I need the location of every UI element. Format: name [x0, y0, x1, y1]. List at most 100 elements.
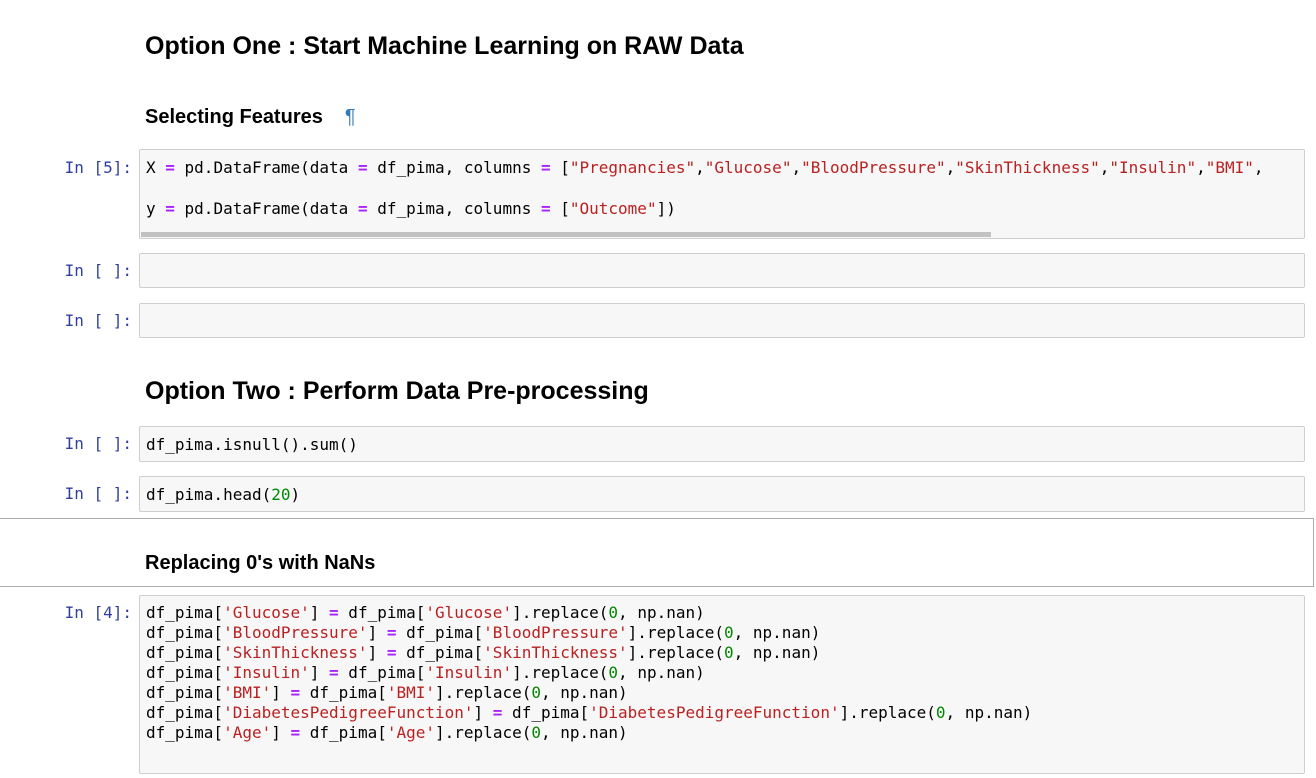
code-token: df_pima[ [300, 723, 387, 742]
code-token: "BloodPressure" [801, 158, 946, 177]
code-token: "Pregnancies" [569, 158, 696, 177]
code-token: df_pima[ [396, 623, 484, 642]
code-token: , [1196, 158, 1206, 177]
code-token: 'DiabetesPedigreeFunction' [589, 703, 840, 722]
code-token: , np.nan) [618, 663, 705, 682]
code-cell-selecting-features[interactable]: X = pd.DataFrame(data = df_pima, columns… [139, 149, 1305, 239]
code-token: 0 [608, 663, 619, 682]
code-token: 0 [531, 723, 541, 742]
code-token: 'BMI' [386, 683, 436, 702]
code-token: df_pima[ [146, 643, 224, 662]
code-token: , [1099, 158, 1110, 177]
code-token: df_pima.isnull().sum() [146, 435, 358, 454]
code-token: df_pima[ [146, 683, 224, 702]
code-token: , [1253, 158, 1264, 177]
code-editor[interactable]: df_pima.isnull().sum() [146, 435, 358, 455]
code-token: ] [309, 603, 330, 622]
code-token: "Insulin" [1109, 158, 1197, 177]
code-editor[interactable]: df_pima['Glucose'] = df_pima['Glucose'].… [146, 603, 1032, 743]
code-token: ].replace( [627, 623, 724, 642]
code-token: df_pima.head( [146, 485, 272, 504]
cell-prompt: In [4]: [64, 603, 132, 622]
code-token: "Outcome" [569, 199, 657, 218]
code-editor[interactable]: df_pima.head(20) [146, 485, 300, 505]
horizontal-scrollbar[interactable] [141, 232, 991, 237]
code-token: ]) [656, 199, 676, 218]
code-token: 'Age' [223, 723, 272, 742]
code-token: df_pima[ [146, 703, 224, 722]
code-editor[interactable]: X = pd.DataFrame(data = df_pima, columns… [146, 158, 1264, 219]
code-token: = [165, 158, 175, 177]
code-token: "BMI" [1205, 158, 1254, 177]
code-token: 'BloodPressure' [223, 623, 368, 642]
code-token: 'BloodPressure' [483, 623, 628, 642]
code-token: [ [550, 158, 570, 177]
code-token: ] [271, 683, 291, 702]
heading-replacing-zeros: Replacing 0's with NaNs [145, 552, 376, 574]
code-line: df_pima['Age'] = df_pima['Age'].replace(… [146, 723, 1032, 743]
code-token: = [540, 158, 551, 177]
code-line: df_pima.head(20) [146, 485, 300, 505]
code-token: ] [367, 623, 387, 642]
code-token: df_pima, columns [367, 199, 541, 218]
code-token: = [357, 158, 368, 177]
code-token: = [329, 663, 339, 682]
code-token: df_pima[ [146, 723, 224, 742]
code-token: pd.DataFrame(data [174, 158, 358, 177]
code-token: 0 [531, 683, 541, 702]
code-token: df_pima[ [338, 603, 426, 622]
code-token: , np.nan) [945, 703, 1033, 722]
heading-selecting-features: Selecting Features ¶ [145, 105, 356, 129]
code-token: 'Insulin' [223, 663, 310, 682]
code-token: , np.nan) [540, 683, 628, 702]
code-cell-isnull[interactable]: df_pima.isnull().sum() [139, 426, 1305, 462]
code-token: , [791, 158, 802, 177]
code-token: 'DiabetesPedigreeFunction' [223, 703, 474, 722]
code-line: y = pd.DataFrame(data = df_pima, columns… [146, 199, 1264, 219]
code-token: pd.DataFrame(data [174, 199, 358, 218]
code-token: 'BMI' [223, 683, 272, 702]
code-token: df_pima[ [502, 703, 590, 722]
code-token: 0 [724, 623, 734, 642]
code-token: , np.nan) [540, 723, 628, 742]
code-token: = [290, 723, 301, 742]
code-cell-replace-zeros[interactable]: df_pima['Glucose'] = df_pima['Glucose'].… [139, 595, 1305, 774]
code-line: X = pd.DataFrame(data = df_pima, columns… [146, 158, 1264, 178]
code-token: ] [309, 663, 330, 682]
code-token: , np.nan) [618, 603, 705, 622]
code-line: df_pima['DiabetesPedigreeFunction'] = df… [146, 703, 1032, 723]
code-cell-head[interactable]: df_pima.head(20) [139, 476, 1305, 512]
cell-prompt: In [ ]: [64, 311, 132, 330]
code-cell-empty[interactable] [139, 253, 1305, 288]
code-token: df_pima[ [300, 683, 387, 702]
code-line: df_pima.isnull().sum() [146, 435, 358, 455]
code-line: df_pima['Glucose'] = df_pima['Glucose'].… [146, 603, 1032, 623]
code-line: df_pima['Insulin'] = df_pima['Insulin'].… [146, 663, 1032, 683]
code-token: "SkinThickness" [955, 158, 1100, 177]
code-token: = [540, 199, 551, 218]
heading-selecting-features-text: Selecting Features [145, 106, 323, 128]
code-token: ] [473, 703, 493, 722]
code-token: ] [367, 643, 387, 662]
code-token: df_pima, columns [367, 158, 541, 177]
code-token: ].replace( [512, 663, 609, 682]
code-token: df_pima[ [338, 663, 426, 682]
code-token: , [945, 158, 956, 177]
heading-option-two: Option Two : Perform Data Pre-processing [145, 377, 649, 405]
code-token: 0 [724, 643, 734, 662]
code-token: y [146, 199, 166, 218]
code-cell-empty[interactable] [139, 303, 1305, 338]
code-token: df_pima[ [146, 623, 224, 642]
code-line: df_pima['SkinThickness'] = df_pima['Skin… [146, 643, 1032, 663]
code-token: = [357, 199, 368, 218]
code-token: 'Glucose' [223, 603, 310, 622]
code-token: "Glucose" [704, 158, 792, 177]
code-token: ].replace( [839, 703, 936, 722]
heading-option-one: Option One : Start Machine Learning on R… [145, 32, 744, 60]
code-token: ) [290, 485, 301, 504]
code-token: 'Age' [386, 723, 436, 742]
cell-prompt: In [ ]: [64, 261, 132, 280]
anchor-link-icon[interactable]: ¶ [345, 106, 356, 128]
code-token: , np.nan) [733, 643, 821, 662]
